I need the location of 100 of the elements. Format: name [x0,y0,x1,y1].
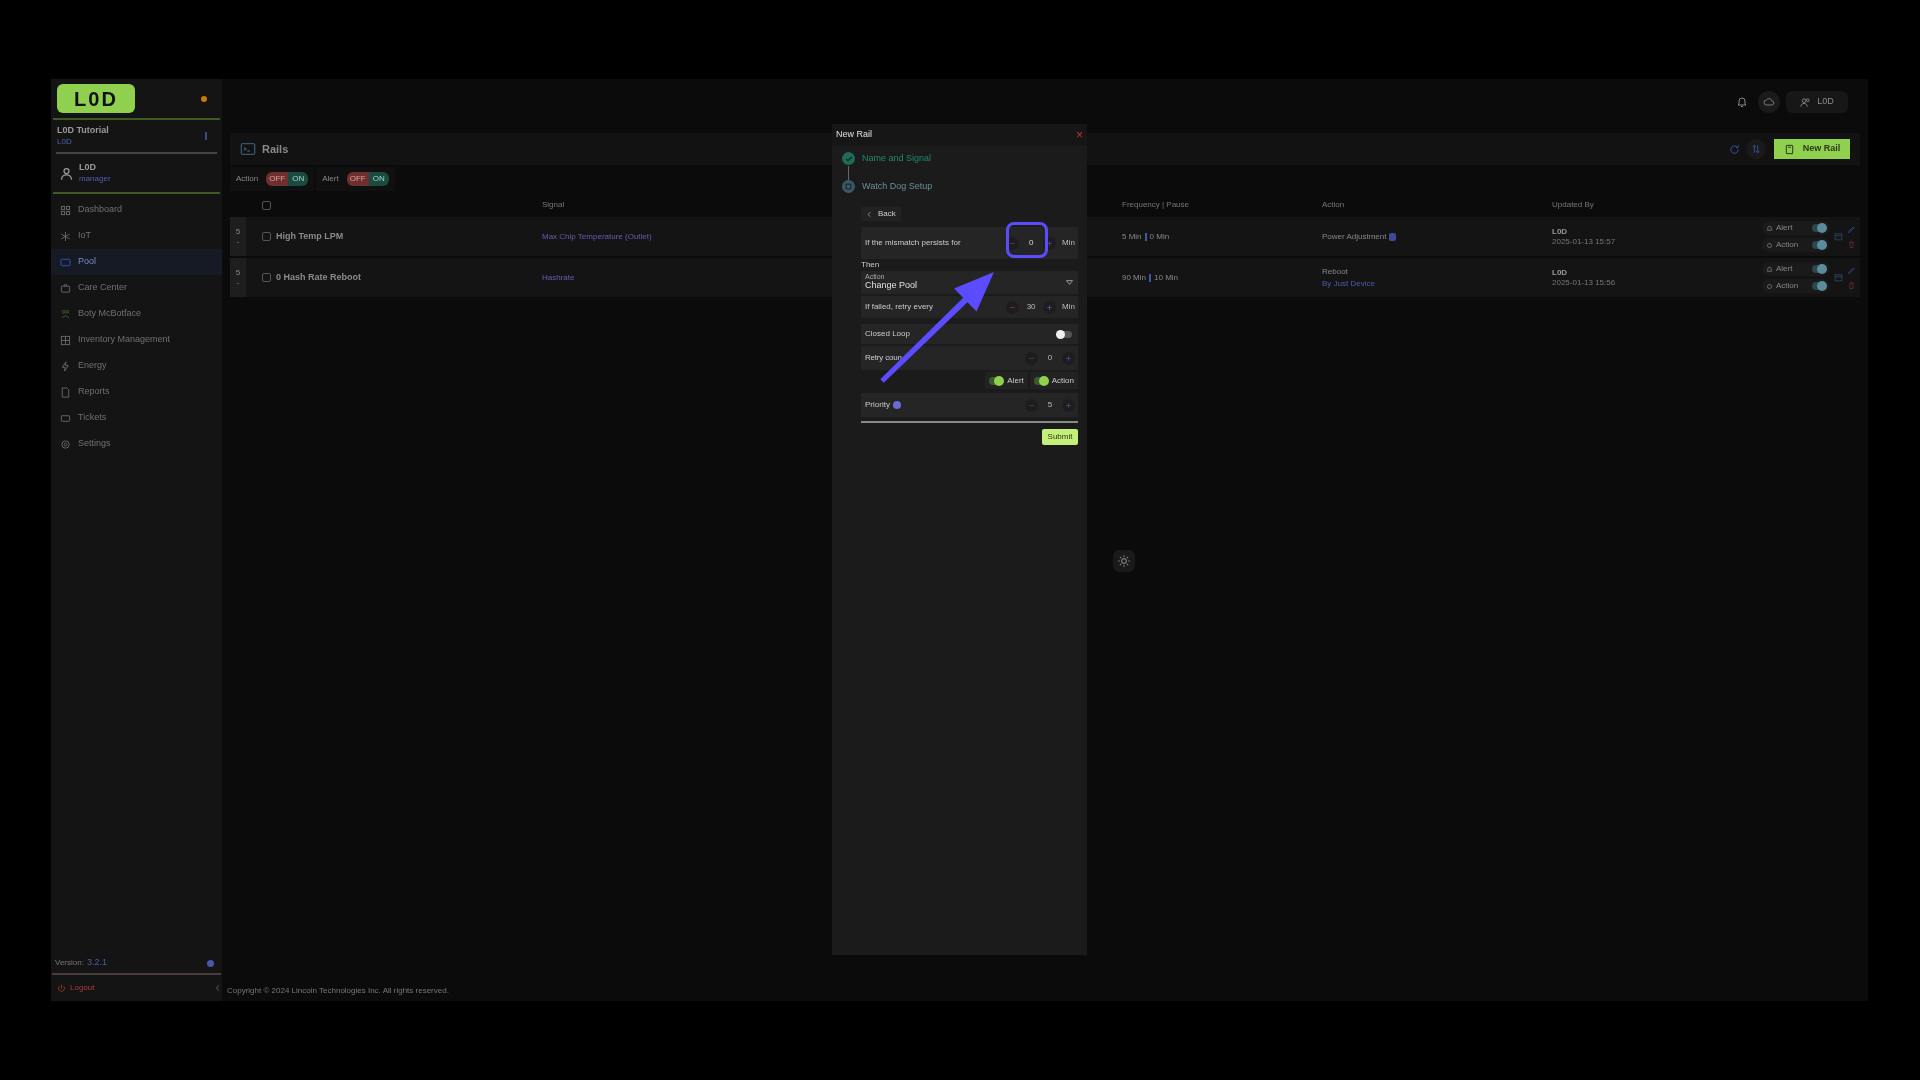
dash-text: - [236,277,240,288]
action-name: Reboot [1322,265,1348,278]
pool-icon [60,256,71,268]
gear-icon [1766,241,1773,249]
submit-button[interactable]: Submit [1042,429,1078,445]
edit-icon [1847,224,1856,234]
dialog-title: New Rail [836,128,872,142]
sidebar-item[interactable]: Pool [51,249,222,275]
pause-text: 0 Min [1149,230,1170,243]
number-field[interactable]: 5 [1042,399,1058,411]
sidebar-item[interactable]: Inventory Management [51,327,222,353]
updated-time: 2025-01-13 15:56 [1552,277,1616,288]
briefcase-icon [60,282,71,294]
rail-name: High Temp LPM [276,229,344,243]
frequency-text: 90 Min [1122,271,1146,284]
user-name: L0D [79,162,97,174]
row-checkbox[interactable] [262,232,271,241]
plus-icon [1046,303,1054,311]
updated-by: L0D [1552,226,1568,237]
off-toggle[interactable]: OFF [266,172,289,186]
boxes-icon [60,334,71,346]
action-name: Power Adjustment [1322,230,1387,243]
settings-icon [60,438,71,450]
sidebar-item[interactable]: Energy [51,353,222,379]
sidebar-item[interactable]: Care Center [51,275,222,301]
new-rail-button[interactable]: New Rail [1774,139,1850,159]
row-checkbox[interactable] [262,273,271,282]
sidebar-item[interactable]: Tickets [51,405,222,431]
sidebar-item[interactable]: IoT [51,223,222,249]
cloud-button[interactable] [1758,91,1780,113]
cloud-icon [1763,96,1775,108]
setting-label: Priority [865,399,890,411]
settings-icon [1117,554,1131,568]
terminal-icon [240,141,256,157]
alert-label: Alert [1776,222,1794,234]
gear-icon [1766,282,1773,290]
dropdown-caret-icon [1065,278,1074,287]
column-header: Frequency | Pause [1122,199,1189,211]
trash-icon [1847,280,1856,290]
closed-loop-switch[interactable] [1058,330,1072,338]
copyright-text: Copyright © 2024 Lincoin Technologies Inc. All rights reserved. [227,985,449,997]
swap-icon [1751,144,1761,154]
frequency-text: 5 Min [1122,230,1142,243]
bell-icon [1766,265,1773,273]
plus-button[interactable] [1043,300,1057,314]
sidebar-item[interactable]: Settings [51,431,222,457]
on-toggle[interactable]: ON [288,172,309,186]
user-button[interactable]: L0D [1786,91,1848,113]
step-label: Name and Signal [862,152,932,165]
updated-time: 2025-01-13 15:57 [1552,236,1616,247]
number-field[interactable]: 30 [1023,301,1040,313]
updated-by: L0D [1552,267,1568,278]
column-header: Signal [542,199,565,211]
close-button[interactable]: × [1076,129,1083,141]
select-all-checkbox[interactable] [262,200,271,210]
toggle-label: Action [1051,374,1074,387]
priority-value: 5 [235,226,241,237]
toggle-switch[interactable] [989,376,1004,385]
asterisk-icon [60,230,71,242]
sidebar-item[interactable]: Boty McBotface [51,301,222,327]
minus-button[interactable] [1006,300,1020,314]
plus-button[interactable] [1062,398,1075,412]
ticket-icon [60,412,71,424]
alert-switch[interactable] [1812,265,1826,273]
logout-button[interactable]: Logout [57,982,95,994]
number-field[interactable]: 0 [1042,352,1058,364]
filter-label: Alert [322,173,339,185]
on-toggle[interactable]: ON [368,172,389,186]
bell-icon [1766,224,1773,232]
section-label: Then [861,261,881,269]
version-number: 3.2.1 [86,956,107,970]
action-switch[interactable] [1812,241,1826,249]
number-field[interactable]: 0 [1023,237,1040,249]
sidebar-item[interactable]: Reports [51,379,222,405]
calendar-icon [1834,232,1843,241]
sort-button[interactable] [1746,139,1766,159]
step-label: Watch Dog Setup [862,179,933,193]
collapse-chevron-icon [214,984,222,992]
plus-button[interactable] [1062,351,1075,365]
toggle-switch[interactable] [1033,376,1048,385]
settings-button[interactable] [1113,550,1135,572]
column-header: Action [1322,199,1345,211]
bell-icon [1736,96,1748,108]
users-icon [1800,96,1812,108]
workspace-name: L0D Tutorial [57,125,109,137]
filter-label: Action [236,173,259,185]
user-role: manager [79,173,111,184]
alert-switch[interactable] [1812,224,1826,232]
power-icon [57,983,66,993]
workspace-code: L0D [57,136,73,147]
action-label: Action [1776,280,1800,292]
alert-label: Alert [1776,263,1794,275]
plus-icon [1065,401,1072,409]
off-toggle[interactable]: OFF [346,172,369,186]
toggle-label: Alert [1007,374,1024,387]
chevron-left-icon [866,210,873,218]
setting-label: If failed, retry every [865,301,934,313]
sidebar-item[interactable]: Dashboard [51,197,222,223]
back-button[interactable]: Back [861,207,901,221]
action-switch[interactable] [1812,282,1826,290]
